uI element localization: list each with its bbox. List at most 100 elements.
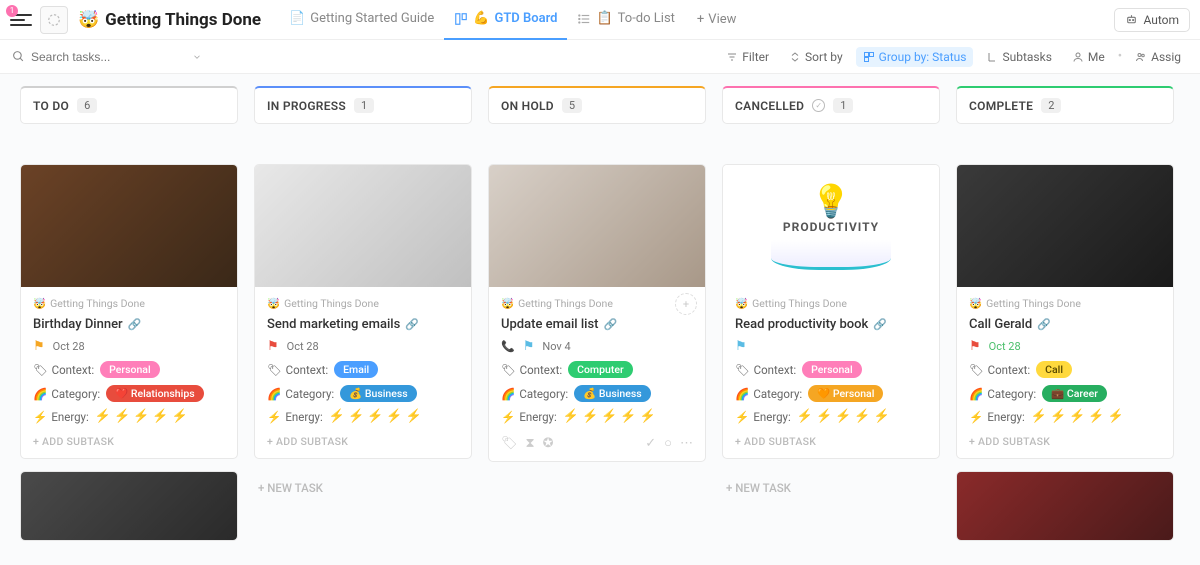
energy-field: ⚡ Energy:⚡⚡⚡⚡⚡	[501, 409, 693, 424]
tab-label: Getting Started Guide	[310, 11, 434, 26]
column-header[interactable]: TO DO 6	[20, 86, 238, 124]
flag-icon: ⚑	[735, 339, 747, 354]
page-title: 🤯 Getting Things Done	[78, 10, 261, 30]
new-task-button[interactable]: + NEW TASK	[722, 471, 940, 505]
tag-icon[interactable]: 🏷	[501, 436, 518, 451]
phone-icon: 📞	[501, 340, 515, 353]
chevron-down-icon[interactable]	[192, 52, 202, 62]
circle-icon[interactable]: ○	[664, 435, 672, 451]
new-task-button[interactable]: + NEW TASK	[254, 471, 472, 505]
column-header[interactable]: COMPLETE 2	[956, 86, 1174, 124]
card-image	[957, 165, 1173, 287]
bulb-icon: 💡	[811, 182, 851, 220]
card-title: Send marketing emails🔗	[267, 317, 459, 332]
task-card[interactable]: 🤯Getting Things Done Call Gerald🔗 ⚑Oct 2…	[956, 164, 1174, 459]
add-subtask-button[interactable]: + ADD SUBTASK	[267, 431, 459, 448]
subtasks-button[interactable]: Subtasks	[979, 47, 1058, 67]
task-card[interactable]: 💡 PRODUCTIVITY 🤯Getting Things Done Read…	[722, 164, 940, 459]
link-icon: 🔗	[603, 318, 617, 331]
card-title: Call Gerald🔗	[969, 317, 1161, 332]
add-subtask-button[interactable]: + ADD SUBTASK	[735, 431, 927, 448]
column-header[interactable]: ON HOLD 5	[488, 86, 706, 124]
category-field: 🌈 Category:💼 Career	[969, 385, 1161, 402]
more-icon[interactable]: ⋯	[680, 436, 693, 451]
column-todo: TO DO 6 🤯Getting Things Done Birthday Di…	[20, 86, 238, 553]
context-field: 🏷 Context:Computer	[501, 361, 693, 378]
me-button[interactable]: Me	[1065, 47, 1112, 67]
card-date: ⚑Oct 28	[267, 339, 459, 354]
column-header[interactable]: CANCELLED ✓ 1	[722, 86, 940, 124]
add-subtask-button[interactable]: + ADD SUBTASK	[969, 431, 1161, 448]
card-date: 📞 ⚑Nov 4	[501, 339, 693, 354]
column-complete: COMPLETE 2 🤯Getting Things Done Call Ger…	[956, 86, 1174, 553]
automations-button[interactable]: Autom	[1114, 8, 1190, 32]
tab-gtd-board[interactable]: 💪 GTD Board	[444, 0, 567, 40]
column-header[interactable]: IN PROGRESS 1	[254, 86, 472, 124]
search-icon	[12, 50, 25, 63]
doc-icon: 📄	[289, 11, 305, 26]
filter-icon	[726, 51, 738, 63]
card-date: ⚑	[735, 339, 927, 354]
check-icon[interactable]: ✓	[645, 436, 656, 451]
energy-field: ⚡ Energy:⚡⚡⚡⚡⚡	[969, 409, 1161, 424]
tab-label: To-do List	[618, 11, 675, 26]
sort-icon	[789, 51, 801, 63]
group-by-button[interactable]: Group by: Status	[856, 47, 974, 67]
card-date: ⚑Oct 28	[33, 339, 225, 354]
filter-button[interactable]: Filter	[719, 47, 776, 67]
tab-getting-started[interactable]: 📄 Getting Started Guide	[279, 0, 444, 40]
menu-icon[interactable]: 1	[10, 9, 32, 31]
hourglass-icon[interactable]: ⧗	[526, 436, 535, 451]
star-icon[interactable]: ✪	[543, 436, 554, 451]
task-card-stub[interactable]	[956, 471, 1174, 541]
breadcrumb: 🤯Getting Things Done	[501, 297, 693, 310]
menu-badge: 1	[6, 5, 18, 17]
energy-field: ⚡ Energy:⚡⚡⚡⚡⚡	[33, 409, 225, 424]
sort-button[interactable]: Sort by	[782, 47, 850, 67]
card-image	[255, 165, 471, 287]
column-cancelled: CANCELLED ✓ 1 💡 PRODUCTIVITY 🤯Getting Th…	[722, 86, 940, 553]
loading-icon[interactable]	[40, 6, 68, 34]
memo-icon: 📋	[596, 11, 612, 26]
subtasks-icon	[986, 51, 998, 63]
task-card[interactable]: 🤯Getting Things Done Birthday Dinner🔗 ⚑O…	[20, 164, 238, 459]
toolbar: Filter Sort by Group by: Status Subtasks…	[0, 40, 1200, 74]
people-icon	[1135, 51, 1147, 63]
task-card-stub[interactable]	[20, 471, 238, 541]
link-icon: 🔗	[873, 318, 887, 331]
board: TO DO 6 🤯Getting Things Done Birthday Di…	[0, 74, 1200, 565]
context-field: 🏷 Context:Personal	[735, 361, 927, 378]
tab-todo-list[interactable]: 📋 To-do List	[567, 0, 684, 40]
card-image: 💡 PRODUCTIVITY	[723, 165, 939, 287]
add-subtask-button[interactable]: + ADD SUBTASK	[33, 431, 225, 448]
search-input[interactable]	[31, 50, 151, 64]
category-field: 🌈 Category:💰 Business	[501, 385, 693, 402]
category-field: 🌈 Category:💰 Business	[267, 385, 459, 402]
breadcrumb: 🤯Getting Things Done	[33, 297, 225, 310]
flag-icon: ⚑	[33, 339, 45, 354]
context-field: 🏷 Context:Call	[969, 361, 1161, 378]
robot-icon	[1125, 13, 1138, 26]
card-date: ⚑Oct 28	[969, 339, 1161, 354]
board-icon	[454, 12, 468, 26]
task-card[interactable]: + 🤯Getting Things Done Update email list…	[488, 164, 706, 462]
energy-field: ⚡ Energy:⚡⚡⚡⚡⚡	[267, 409, 459, 424]
card-image	[21, 165, 237, 287]
card-title: Read productivity book🔗	[735, 317, 927, 332]
flag-icon: ⚑	[969, 339, 981, 354]
task-card[interactable]: 🤯Getting Things Done Send marketing emai…	[254, 164, 472, 459]
column-in-progress: IN PROGRESS 1 🤯Getting Things Done Send …	[254, 86, 472, 553]
card-footer-icons: 🏷 ⧗ ✪ ✓ ○ ⋯	[501, 431, 693, 451]
muscle-icon: 💪	[473, 11, 489, 26]
breadcrumb: 🤯Getting Things Done	[267, 297, 459, 310]
breadcrumb: 🤯Getting Things Done	[735, 297, 927, 310]
breadcrumb: 🤯Getting Things Done	[969, 297, 1161, 310]
assignees-button[interactable]: Assig	[1128, 47, 1188, 67]
add-view-button[interactable]: + View	[685, 12, 749, 27]
card-title: Birthday Dinner🔗	[33, 317, 225, 332]
search-box[interactable]	[12, 50, 182, 64]
context-field: 🏷 Context:Personal	[33, 361, 225, 378]
link-icon: 🔗	[128, 318, 142, 331]
assignee-button[interactable]: +	[675, 293, 697, 315]
flag-icon: ⚑	[267, 339, 279, 354]
